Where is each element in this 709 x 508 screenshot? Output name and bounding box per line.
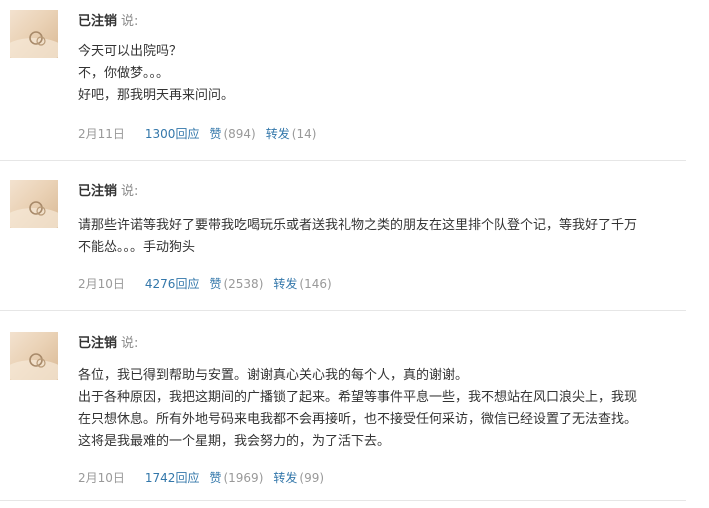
share-count: (14)	[291, 127, 317, 141]
like-button[interactable]: 赞 (1969)	[209, 469, 263, 487]
like-label[interactable]: 赞	[209, 469, 221, 487]
share-label[interactable]: 转发	[266, 125, 290, 143]
status-actions: 2月11日 1300回应赞 (894) 转发 (14)	[78, 125, 316, 143]
say-label: 说:	[121, 14, 139, 29]
author-name[interactable]: 已注销	[78, 184, 117, 199]
content-line: 不能怂。。。手动狗头	[78, 240, 196, 255]
replies-link[interactable]: 4276回应	[145, 275, 200, 293]
author-name[interactable]: 已注销	[78, 336, 117, 351]
content-line: 这将是我最难的一个星期，我会努力的，为了活下去。	[78, 434, 391, 449]
share-label[interactable]: 转发	[273, 469, 297, 487]
say-label: 说:	[121, 184, 139, 199]
status-actions: 2月10日 4276回应赞 (2538) 转发 (146)	[78, 275, 332, 293]
share-button[interactable]: 转发 (99)	[273, 469, 324, 487]
replies-link[interactable]: 1742回应	[145, 469, 200, 487]
content-line: 好吧，那我明天再来问问。	[78, 88, 235, 103]
post-date[interactable]: 2月10日	[78, 275, 125, 293]
content-line: 不，你做梦。。。	[78, 66, 170, 81]
share-count: (99)	[299, 471, 325, 485]
like-count: (2538)	[223, 277, 264, 291]
share-count: (146)	[299, 277, 332, 291]
share-button[interactable]: 转发 (14)	[266, 125, 317, 143]
content-line: 出于各种原因，我把这期间的广播锁了起来。希望等事件平息一些，我不想站在风口浪尖上…	[78, 390, 638, 405]
status-item: 已注销 说: 请那些许诺等我好了要带我吃喝玩乐或者送我礼物之类的朋友在这里排个队登…	[0, 170, 686, 311]
content-line: 各位，我已得到帮助与安置。谢谢真心关心我的每个人，真的谢谢。	[78, 368, 469, 383]
content-line: 请那些许诺等我好了要带我吃喝玩乐或者送我礼物之类的朋友在这里排个队登个记，等我好…	[78, 218, 638, 233]
status-item: 已注销 说: 各位，我已得到帮助与安置。谢谢真心关心我的每个人，真的谢谢。 出于各…	[0, 322, 686, 501]
author-line: 已注销 说:	[78, 13, 138, 31]
post-date[interactable]: 2月10日	[78, 469, 125, 487]
replies-link[interactable]: 1300回应	[145, 125, 200, 143]
like-button[interactable]: 赞 (894)	[209, 125, 255, 143]
author-name[interactable]: 已注销	[78, 14, 117, 29]
status-feed: 已注销 说: 今天可以出院吗？ 不，你做梦。。。 好吧，那我明天再来问问。 2月1…	[0, 0, 709, 508]
author-line: 已注销 说:	[78, 335, 138, 353]
like-button[interactable]: 赞 (2538)	[209, 275, 263, 293]
author-line: 已注销 说:	[78, 183, 138, 201]
avatar[interactable]	[10, 332, 58, 380]
post-date[interactable]: 2月11日	[78, 125, 125, 143]
status-actions: 2月10日 1742回应赞 (1969) 转发 (99)	[78, 469, 324, 487]
say-label: 说:	[121, 336, 139, 351]
status-item: 已注销 说: 今天可以出院吗？ 不，你做梦。。。 好吧，那我明天再来问问。 2月1…	[0, 0, 686, 161]
status-content: 各位，我已得到帮助与安置。谢谢真心关心我的每个人，真的谢谢。 出于各种原因，我把…	[78, 365, 686, 453]
like-label[interactable]: 赞	[209, 275, 221, 293]
like-label[interactable]: 赞	[209, 125, 221, 143]
share-label[interactable]: 转发	[273, 275, 297, 293]
share-button[interactable]: 转发 (146)	[273, 275, 331, 293]
status-content: 请那些许诺等我好了要带我吃喝玩乐或者送我礼物之类的朋友在这里排个队登个记，等我好…	[78, 215, 686, 259]
like-count: (1969)	[223, 471, 264, 485]
content-line: 今天可以出院吗？	[78, 44, 183, 59]
like-count: (894)	[223, 127, 256, 141]
content-line: 在只想休息。所有外地号码来电我都不会再接听，也不接受任何采访，微信已经设置了无法…	[78, 412, 638, 427]
status-content: 今天可以出院吗？ 不，你做梦。。。 好吧，那我明天再来问问。	[78, 41, 686, 107]
avatar[interactable]	[10, 10, 58, 58]
avatar[interactable]	[10, 180, 58, 228]
